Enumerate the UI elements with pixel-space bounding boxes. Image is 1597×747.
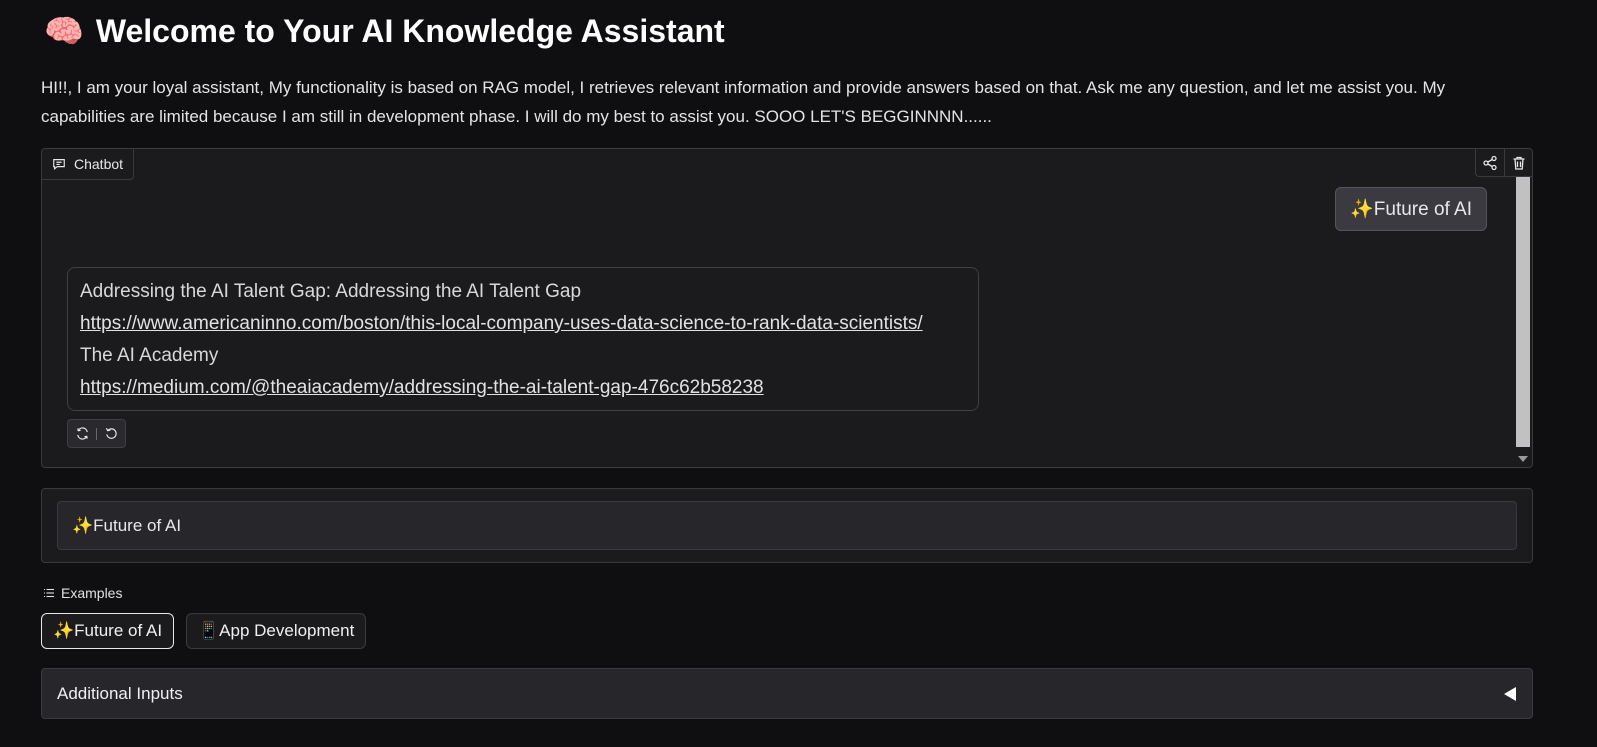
share-icon — [1483, 155, 1497, 170]
bot-message-line: The AI Academy — [80, 340, 966, 372]
bot-message-line: https://www.americaninno.com/boston/this… — [80, 308, 966, 340]
chatbot-label-text: Chatbot — [74, 156, 124, 172]
chatbot-label: Chatbot — [42, 149, 135, 180]
user-message: ✨Future of AI — [1335, 187, 1487, 231]
list-icon — [44, 588, 54, 598]
scroll-down-arrow-icon[interactable] — [1518, 456, 1528, 462]
undo-icon — [105, 428, 117, 439]
chat-bubble-icon — [53, 159, 65, 171]
chat-scrollbar[interactable] — [1514, 177, 1532, 467]
source-link[interactable]: https://www.americaninno.com/boston/this… — [80, 313, 923, 334]
bot-message-line: Addressing the AI Talent Gap: Addressing… — [80, 276, 966, 308]
page: 🧠 Welcome to Your AI Knowledge Assistant… — [0, 0, 1597, 747]
message-input-panel: ✨Future of AI — [41, 488, 1533, 563]
chatbot-toolbar — [1475, 149, 1532, 177]
trash-icon — [1513, 156, 1524, 170]
share-button[interactable] — [1476, 149, 1504, 177]
examples-label: Examples — [43, 585, 122, 601]
additional-inputs-label: Additional Inputs — [57, 683, 183, 703]
brain-icon: 🧠 — [44, 12, 84, 50]
page-title-text: Welcome to Your AI Knowledge Assistant — [95, 12, 725, 49]
caret-left-icon — [1504, 686, 1516, 701]
retry-button[interactable] — [68, 420, 96, 447]
page-title: 🧠 Welcome to Your AI Knowledge Assistant — [44, 12, 725, 50]
additional-inputs-accordion[interactable]: Additional Inputs — [41, 668, 1533, 719]
message-actions — [67, 419, 126, 448]
bot-message-line: https://medium.com/@theaiacademy/address… — [80, 372, 966, 404]
bot-message-text: The AI Academy — [80, 345, 219, 366]
message-input[interactable]: ✨Future of AI — [57, 501, 1517, 550]
example-app-development-button[interactable]: 📱App Development — [186, 613, 367, 649]
bot-message: Addressing the AI Talent Gap: Addressing… — [67, 267, 979, 411]
bot-message-text: Addressing the AI Talent Gap: Addressing… — [80, 281, 582, 302]
examples-label-text: Examples — [61, 585, 123, 601]
source-link[interactable]: https://medium.com/@theaiacademy/address… — [80, 377, 764, 398]
undo-button[interactable] — [97, 420, 125, 447]
retry-icon — [76, 427, 88, 440]
clear-chat-button[interactable] — [1504, 149, 1532, 177]
example-future-of-ai-button[interactable]: ✨Future of AI — [41, 613, 175, 649]
intro-text: HI!!, I am your loyal assistant, My func… — [41, 78, 1446, 126]
scrollbar-thumb[interactable] — [1516, 177, 1530, 447]
chatbot-panel: Chatbot ✨Future of AI Addressing the AI … — [41, 148, 1533, 468]
